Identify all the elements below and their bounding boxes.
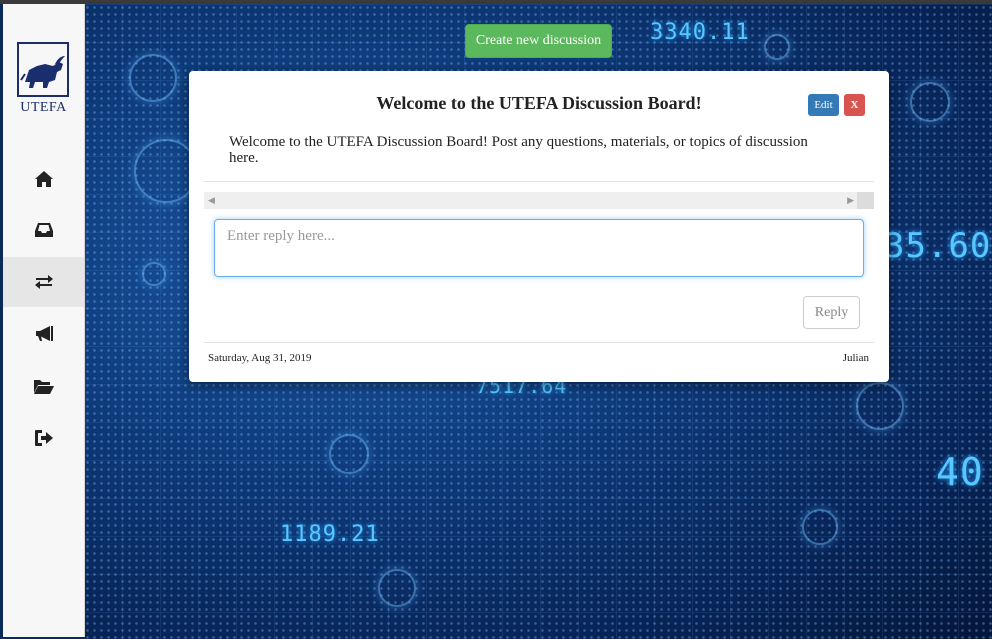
create-discussion-button[interactable]: Create new discussion [465, 24, 612, 58]
sidebar-item-announcements[interactable] [3, 309, 84, 359]
exchange-icon [34, 275, 53, 289]
ticker-value: 3340.11 [650, 20, 750, 45]
inbox-icon [34, 223, 53, 237]
post-date: Saturday, Aug 31, 2019 [208, 352, 312, 364]
sidebar: UTEFA [3, 4, 85, 637]
close-button[interactable]: X [844, 94, 865, 116]
discussion-modal: Welcome to the UTEFA Discussion Board! E… [189, 71, 889, 382]
scroll-right-icon[interactable]: ▶ [847, 195, 854, 206]
utefa-logo[interactable]: UTEFA [15, 42, 72, 118]
sidebar-item-files[interactable] [3, 361, 84, 411]
discussion-title: Welcome to the UTEFA Discussion Board! [376, 93, 702, 113]
megaphone-icon [35, 326, 53, 341]
home-icon [34, 171, 53, 187]
sidebar-item-discussions[interactable] [3, 257, 84, 307]
folder-open-icon [33, 380, 54, 394]
reply-input[interactable] [214, 219, 864, 277]
sidebar-item-inbox[interactable] [3, 205, 84, 255]
sidebar-item-home[interactable] [3, 154, 84, 204]
logo-text: UTEFA [20, 100, 67, 115]
divider [204, 181, 874, 182]
edit-button[interactable]: Edit [808, 94, 839, 116]
scroll-left-icon[interactable]: ◀ [208, 195, 215, 206]
reply-button[interactable]: Reply [803, 296, 860, 329]
ticker-value: 40 [936, 450, 984, 494]
sign-out-icon [34, 430, 53, 446]
divider [204, 342, 874, 343]
horizontal-scrollbar[interactable]: ◀ ▶ [204, 192, 874, 209]
discussion-body: Welcome to the UTEFA Discussion Board! P… [229, 134, 808, 166]
post-author: Julian [842, 352, 869, 364]
sidebar-item-logout[interactable] [3, 413, 84, 463]
bull-logo-icon [17, 42, 69, 97]
ticker-value: 1189.21 [280, 522, 380, 547]
ticker-value: 35.60 [884, 226, 992, 266]
